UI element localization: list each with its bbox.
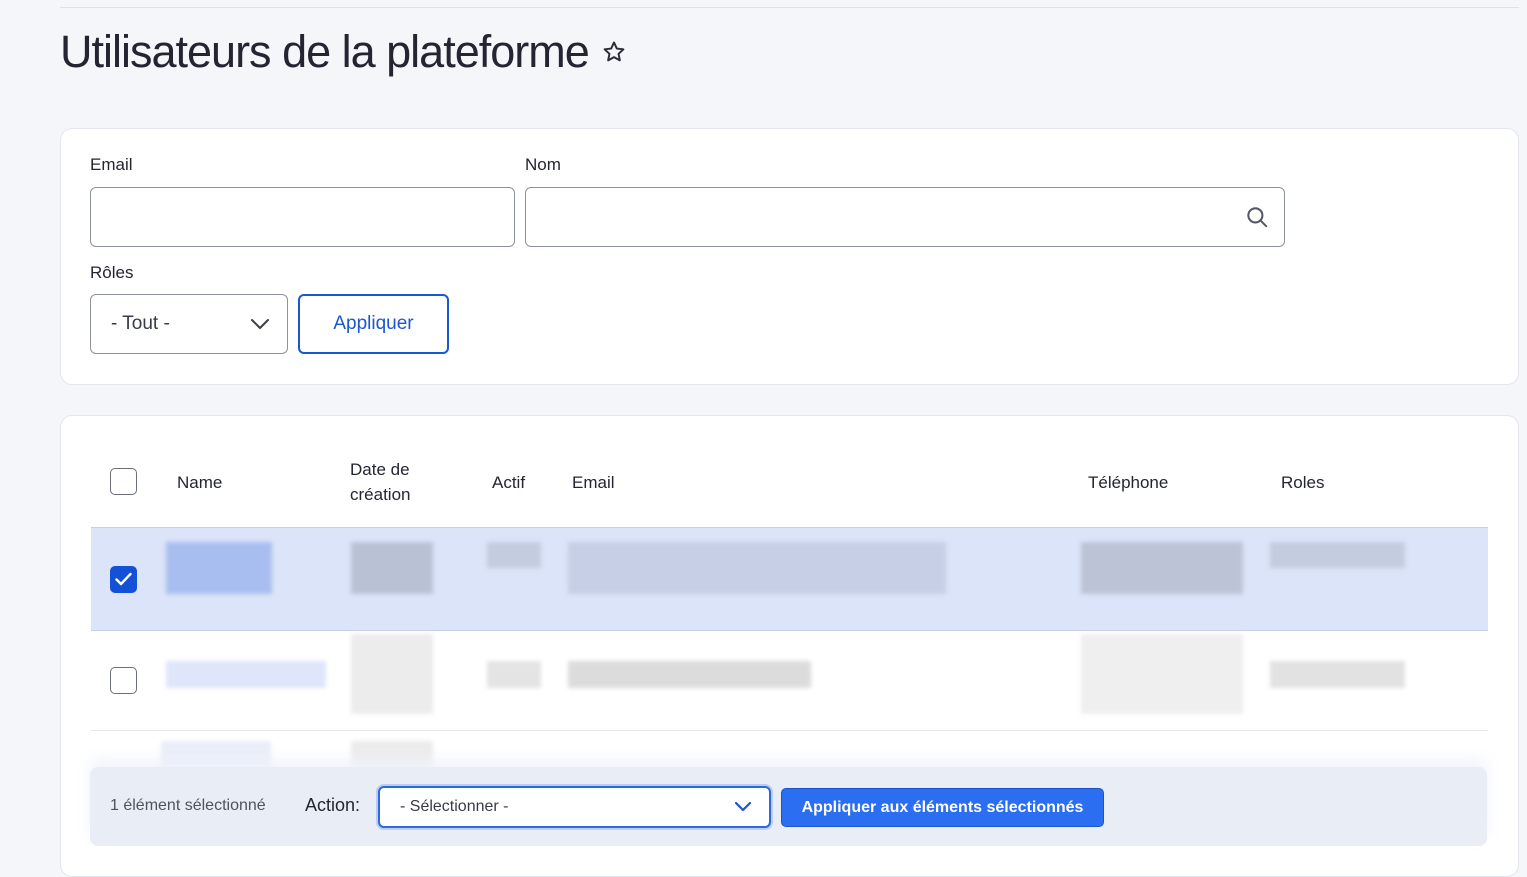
redacted-email — [568, 661, 811, 688]
redacted-phone — [1081, 634, 1243, 714]
redacted-name — [166, 542, 272, 594]
roles-filter-label: Rôles — [90, 263, 134, 282]
chevron-down-icon — [251, 319, 269, 329]
table-row[interactable] — [91, 527, 1488, 631]
roles-select-value: - Tout - — [111, 313, 170, 334]
select-all-checkbox[interactable] — [110, 468, 137, 495]
search-icon — [1247, 207, 1268, 228]
star-icon[interactable] — [601, 39, 627, 65]
redacted-phone — [1081, 542, 1243, 594]
apply-bulk-action-button[interactable]: Appliquer aux éléments sélectionnés — [781, 788, 1104, 827]
column-header-roles[interactable]: Roles — [1281, 470, 1324, 495]
header-divider — [60, 7, 1519, 8]
redacted-date — [351, 542, 433, 594]
table-row[interactable] — [91, 630, 1488, 731]
row-checkbox[interactable] — [110, 667, 137, 694]
filter-panel: Email Nom Rôles - Tout - Appliquer — [60, 128, 1519, 385]
redacted-email — [568, 542, 946, 594]
page-title: Utilisateurs de la plateforme — [60, 26, 627, 78]
redacted-date — [351, 634, 433, 714]
column-header-phone[interactable]: Téléphone — [1088, 470, 1168, 495]
redacted-active — [487, 661, 541, 688]
email-filter-label: Email — [90, 155, 133, 174]
bulk-action-select-value: - Sélectionner - — [400, 798, 509, 815]
column-header-email[interactable]: Email — [572, 470, 615, 495]
check-icon — [115, 572, 132, 586]
action-label: Action: — [305, 795, 361, 815]
redacted-roles — [1270, 661, 1405, 688]
email-filter-input[interactable] — [90, 187, 515, 247]
chevron-down-icon — [735, 802, 751, 812]
apply-filter-button[interactable]: Appliquer — [298, 294, 449, 354]
page-title-text: Utilisateurs de la plateforme — [60, 26, 590, 77]
bulk-action-select[interactable]: - Sélectionner - — [378, 786, 771, 828]
selection-count: 1 élément sélectionné — [110, 797, 266, 814]
bulk-action-bar: 1 élément sélectionné Action: - Sélectio… — [90, 767, 1487, 846]
name-filter-input[interactable] — [525, 187, 1285, 247]
redacted-active — [487, 542, 541, 568]
name-filter-label: Nom — [525, 155, 561, 174]
redacted-roles — [1270, 542, 1405, 568]
redacted-name — [166, 661, 326, 688]
row-checkbox[interactable] — [110, 566, 137, 593]
roles-select[interactable]: - Tout - — [90, 294, 288, 354]
column-header-active[interactable]: Actif — [492, 470, 525, 495]
column-header-name[interactable]: Name — [177, 470, 222, 495]
column-header-created[interactable]: Date de création — [350, 457, 440, 507]
